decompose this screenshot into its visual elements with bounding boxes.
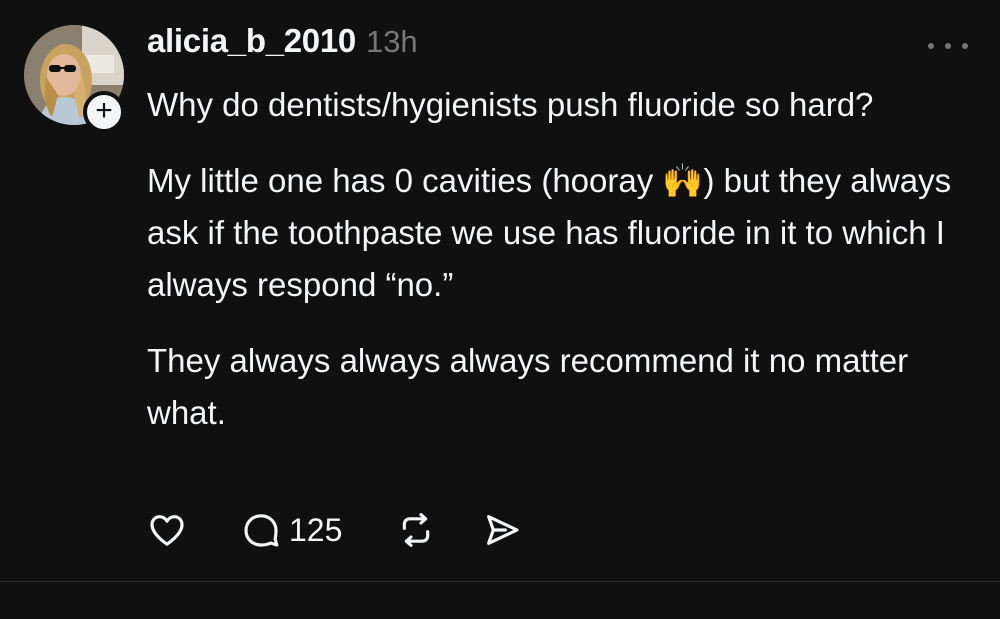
post-header: alicia_b_2010 13h: [147, 22, 418, 68]
more-options-button[interactable]: [928, 38, 968, 54]
post-paragraph: They always always always recommend it n…: [147, 342, 909, 431]
repost-icon: [403, 513, 430, 547]
ellipsis-dot-icon: [928, 43, 934, 49]
share-button[interactable]: [482, 508, 522, 552]
reply-button[interactable]: 125: [241, 508, 342, 552]
ellipsis-dot-icon: [945, 43, 951, 49]
speech-bubble-icon: [244, 514, 279, 547]
post-timestamp: 13h: [365, 24, 418, 59]
post-paragraph: My little one has 0 cavities (hooray 🙌) …: [147, 162, 952, 303]
avatar-container[interactable]: +: [24, 25, 125, 133]
reply-count: 125: [289, 511, 343, 548]
ellipsis-dot-icon: [962, 43, 968, 49]
repost-button[interactable]: [394, 508, 438, 552]
post-body: Why do dentists/hygienists push fluoride…: [147, 79, 977, 463]
paper-plane-icon: [487, 515, 519, 545]
thread-post: + alicia_b_2010 13h Why do dentists/hygi…: [0, 0, 1000, 582]
post-divider: [0, 581, 1000, 582]
post-paragraph: Why do dentists/hygienists push fluoride…: [147, 86, 874, 123]
post-actions: 125: [147, 508, 522, 552]
username-link[interactable]: alicia_b_2010: [147, 22, 356, 60]
plus-icon: +: [95, 94, 113, 127]
like-button[interactable]: [147, 508, 187, 552]
follow-button[interactable]: +: [83, 91, 125, 133]
heart-icon: [150, 515, 184, 546]
